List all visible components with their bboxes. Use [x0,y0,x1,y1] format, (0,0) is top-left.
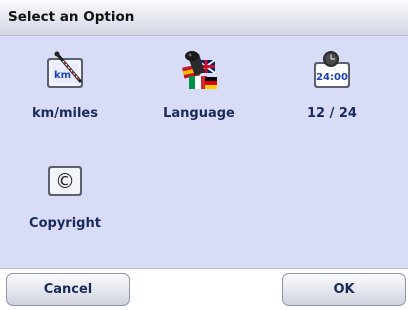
km-miles-icon: km [47,51,83,88]
copyright-icon: © [48,166,82,196]
button-bar: Cancel OK [0,268,408,310]
copyright-symbol: © [55,169,75,193]
ok-button[interactable]: OK [282,273,406,306]
option-copyright[interactable]: © Copyright [10,160,120,250]
option-km-miles[interactable]: km km/miles [10,50,120,140]
cancel-button[interactable]: Cancel [6,273,130,306]
option-label: 12 / 24 [307,106,357,121]
option-selection-screen: Select an Option km km/miles Language 24… [0,0,408,310]
clock-icon: 24:00 [314,51,350,88]
km-text: km [54,70,71,81]
option-label: Copyright [29,216,101,231]
clock-text: 24:00 [316,72,348,83]
language-flags-icon [182,51,217,89]
option-label: Language [163,106,235,121]
option-label: km/miles [32,106,98,121]
option-language[interactable]: Language [144,50,254,140]
dialog-title: Select an Option [8,9,135,25]
option-12-24[interactable]: 24:00 12 / 24 [277,50,387,140]
title-bar: Select an Option [0,0,408,36]
